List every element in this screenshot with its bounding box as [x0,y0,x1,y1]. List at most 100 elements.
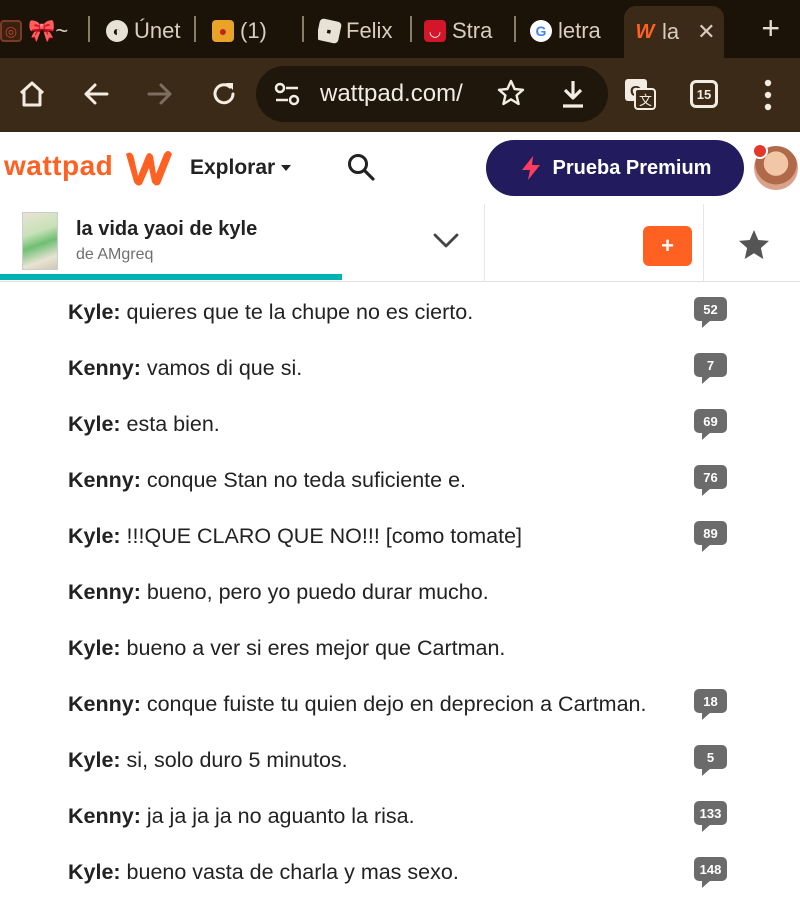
paragraph[interactable]: Kyle: si, solo duro 5 minutos. [68,748,688,773]
explore-menu[interactable]: Explorar [190,156,292,180]
divider [484,204,485,282]
comment-count: 5 [694,745,727,769]
speaker-name: Kyle: [68,748,121,772]
comment-count: 69 [694,409,727,433]
download-icon[interactable] [558,78,588,110]
browser-tab-strip: ◎ 🎀~ ◐ Únet ● (1) ▪ Felix ◡ Stra G letra… [0,0,800,58]
story-title[interactable]: la vida yaoi de kyle [76,218,257,241]
browser-tab[interactable]: ▪ Felix [318,12,402,50]
browser-tab[interactable]: ◡ Stra [424,12,500,50]
speech-bubble-tail-icon [702,544,711,552]
paragraph[interactable]: Kyle: esta bien. [68,412,688,437]
comment-count-badge[interactable]: 148 [694,857,728,888]
comment-count-badge[interactable]: 5 [694,745,728,776]
comment-count-badge[interactable]: 76 [694,465,728,496]
back-arrow-icon [84,83,109,105]
add-to-library-button[interactable]: + [643,226,692,266]
dialogue-text: bueno, pero yo puedo durar mucho. [140,580,489,604]
paragraph[interactable]: Kenny: ja ja ja ja no aguanto la risa. [68,804,688,829]
svg-text:文: 文 [639,94,652,109]
tab-label: Stra [452,18,493,43]
apple-icon: ● [212,20,234,42]
kebab-menu-icon[interactable] [754,78,782,112]
tab-label: Únet [134,18,181,43]
speaker-name: Kyle: [68,412,121,436]
story-cover-image[interactable] [22,212,58,270]
tab-count-button[interactable]: 15 [690,80,718,108]
dialogue-text: ja ja ja ja no aguanto la risa. [140,804,415,828]
browser-tab[interactable]: ◐ Únet [106,12,186,50]
paragraph[interactable]: Kenny: vamos di que si. [68,356,688,381]
speaker-name: Kenny: [68,580,141,604]
premium-button[interactable]: Prueba Premium [486,140,744,196]
site-header: wattpad Explorar Prueba Premium [0,132,800,204]
tab-label: (1) [240,18,267,43]
vote-star-icon[interactable] [737,228,771,262]
translate-icon[interactable]: G 文 [624,78,656,110]
browser-tab[interactable]: ◎ 🎀~ [0,12,78,50]
speaker-name: Kyle: [68,636,121,660]
browser-tab[interactable]: ● (1) [212,12,296,50]
new-tab-button[interactable]: + [761,10,780,46]
speaker-name: Kyle: [68,300,121,324]
browser-tab[interactable]: G letra [530,12,614,50]
browser-tab-active[interactable]: W la ✕ [624,6,724,58]
search-icon[interactable] [346,152,376,182]
wattpad-icon: W [635,20,655,43]
back-button[interactable] [74,72,118,116]
paragraph[interactable]: Kyle: bueno vasta de charla y mas sexo. [68,860,688,885]
dialogue-text: bueno a ver si eres mejor que Cartman. [120,636,506,660]
tab-divider [302,16,304,42]
comment-count-badge[interactable]: 52 [694,297,728,328]
bookmark-star-icon[interactable] [496,78,526,108]
premium-label: Prueba Premium [552,156,712,179]
explore-label: Explorar [190,156,276,179]
dialogue-text: conque fuiste tu quien dejo en deprecion… [140,692,647,716]
speech-bubble-tail-icon [702,432,711,440]
forward-button[interactable] [138,72,182,116]
speaker-name: Kyle: [68,524,121,548]
dialogue-text: !!!QUE CLARO QUE NO!!! [como tomate] [120,524,523,548]
home-icon [19,81,45,107]
speaker-name: Kenny: [68,804,141,828]
paragraph[interactable]: Kyle: quieres que te la chupe no es cier… [68,300,688,325]
notification-dot [752,143,768,159]
divider [703,204,704,282]
paragraph[interactable]: Kenny: conque Stan no teda suficiente e. [68,468,688,493]
site-settings-icon[interactable] [274,82,300,106]
paragraph[interactable]: Kenny: bueno, pero yo puedo durar mucho. [68,580,688,605]
home-button[interactable] [10,72,54,116]
close-tab-icon[interactable]: ✕ [697,19,715,45]
paragraph[interactable]: Kyle: !!!QUE CLARO QUE NO!!! [como tomat… [68,524,688,549]
reload-icon [213,83,235,105]
story-text: Kyle: quieres que te la chupe no es cier… [0,284,800,914]
address-bar[interactable]: wattpad.com/ [256,66,608,122]
google-icon: G [530,20,552,42]
speech-bubble-tail-icon [702,768,711,776]
comment-count-badge[interactable]: 7 [694,353,728,384]
chevron-down-icon[interactable] [432,232,460,250]
comment-count-badge[interactable]: 18 [694,689,728,720]
instagram-icon: ◎ [0,20,22,42]
dialogue-text: bueno vasta de charla y mas sexo. [120,860,459,884]
speaker-name: Kenny: [68,468,141,492]
comment-count-badge[interactable]: 69 [694,409,728,440]
story-author[interactable]: de AMgreq [76,246,153,264]
wattpad-logo-icon[interactable] [122,146,174,188]
comment-count: 18 [694,689,727,713]
reload-button[interactable] [202,72,246,116]
dialogue-text: esta bien. [120,412,220,436]
speaker-name: Kyle: [68,860,121,884]
comment-count-badge[interactable]: 133 [694,801,728,832]
reading-progress-fill [0,274,342,280]
paragraph[interactable]: Kenny: conque fuiste tu quien dejo en de… [68,692,688,717]
speech-bubble-tail-icon [702,488,711,496]
paragraph[interactable]: Kyle: bueno a ver si eres mejor que Cart… [68,636,688,661]
tab-divider [514,16,516,42]
speech-bubble-tail-icon [702,712,711,720]
url-text[interactable]: wattpad.com/ [320,80,463,108]
comment-count: 148 [694,857,727,881]
wattpad-logo-text[interactable]: wattpad [4,150,113,182]
comment-count-badge[interactable]: 89 [694,521,728,552]
tab-divider [88,16,90,42]
